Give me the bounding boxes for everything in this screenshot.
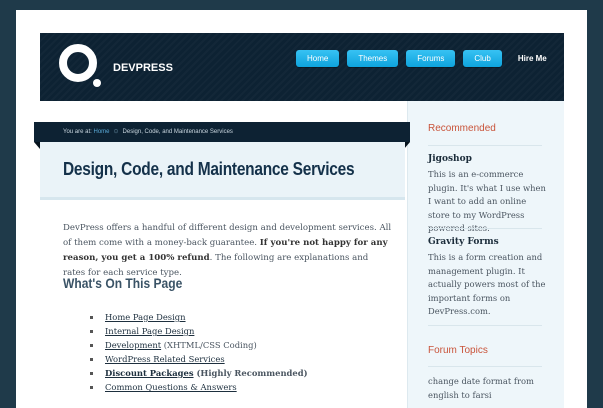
breadcrumb-separator-icon: ⊙ bbox=[113, 129, 119, 135]
toc-note: (Highly Recommended) bbox=[193, 368, 308, 378]
breadcrumb-current: Design, Code, and Maintenance Services bbox=[122, 129, 233, 135]
toc-list: Home Page Design Internal Page Design De… bbox=[90, 310, 308, 394]
toc-link-common-questions[interactable]: Common Questions & Answers bbox=[105, 382, 237, 392]
nav-themes-button[interactable]: Themes bbox=[347, 50, 399, 67]
breadcrumb-prefix: You are at: bbox=[63, 129, 92, 135]
breadcrumb-home-link[interactable]: Home bbox=[93, 129, 109, 135]
sidebar-recommended-heading: Recommended bbox=[428, 123, 496, 134]
forum-topic-link[interactable]: change date format from english to farsi bbox=[428, 375, 546, 402]
sidebar-divider bbox=[428, 366, 542, 367]
toc-item: Development (XHTML/CSS Coding) bbox=[90, 338, 308, 352]
page-title: Design, Code, and Maintenance Services bbox=[63, 159, 355, 179]
sidebar-item-gravity-forms-text: This is a form creation and management p… bbox=[428, 252, 546, 316]
toc-item: WordPress Related Services bbox=[90, 352, 308, 366]
toc-item: Discount Packages (Highly Recommended) bbox=[90, 366, 308, 380]
toc-heading: What's On This Page bbox=[63, 275, 183, 291]
sidebar-forum-heading: Forum Topics bbox=[428, 345, 488, 356]
toc-link-internal-page-design[interactable]: Internal Page Design bbox=[105, 326, 194, 336]
site-header: DEVPRESS Home Themes Forums Club Hire Me bbox=[40, 33, 564, 101]
toc-item: Common Questions & Answers bbox=[90, 380, 308, 394]
sidebar-divider bbox=[428, 145, 542, 146]
sidebar-divider bbox=[428, 325, 542, 326]
sidebar-item-gravity-forms-title[interactable]: Gravity Forms bbox=[428, 237, 499, 247]
sidebar-item-jigoshop-title[interactable]: Jigoshop bbox=[428, 154, 472, 164]
main-nav: Home Themes Forums Club Hire Me bbox=[296, 50, 547, 67]
page-title-box: Design, Code, and Maintenance Services bbox=[40, 142, 405, 200]
site-logo-text[interactable]: DEVPRESS bbox=[113, 62, 173, 74]
intro-paragraph: DevPress offers a handful of different d… bbox=[63, 221, 393, 281]
nav-home-button[interactable]: Home bbox=[296, 50, 340, 67]
toc-note: (XHTML/CSS Coding) bbox=[161, 340, 257, 350]
sidebar-item-jigoshop-text: This is an e-commerce plugin. It's what … bbox=[428, 169, 546, 233]
nav-hire-me-link[interactable]: Hire Me bbox=[518, 54, 547, 63]
nav-club-button[interactable]: Club bbox=[463, 50, 502, 67]
breadcrumb: You are at: Home ⊙ Design, Code, and Maint… bbox=[34, 122, 410, 142]
toc-link-wordpress-services[interactable]: WordPress Related Services bbox=[105, 354, 225, 364]
sidebar-divider bbox=[428, 228, 542, 229]
nav-forums-button[interactable]: Forums bbox=[406, 50, 456, 67]
toc-link-home-page-design[interactable]: Home Page Design bbox=[105, 312, 186, 322]
toc-item: Home Page Design bbox=[90, 310, 308, 324]
toc-link-discount-packages[interactable]: Discount Packages bbox=[105, 368, 194, 378]
devpress-logo-icon[interactable] bbox=[59, 44, 103, 88]
toc-link-development[interactable]: Development bbox=[105, 340, 161, 350]
toc-item: Internal Page Design bbox=[90, 324, 308, 338]
